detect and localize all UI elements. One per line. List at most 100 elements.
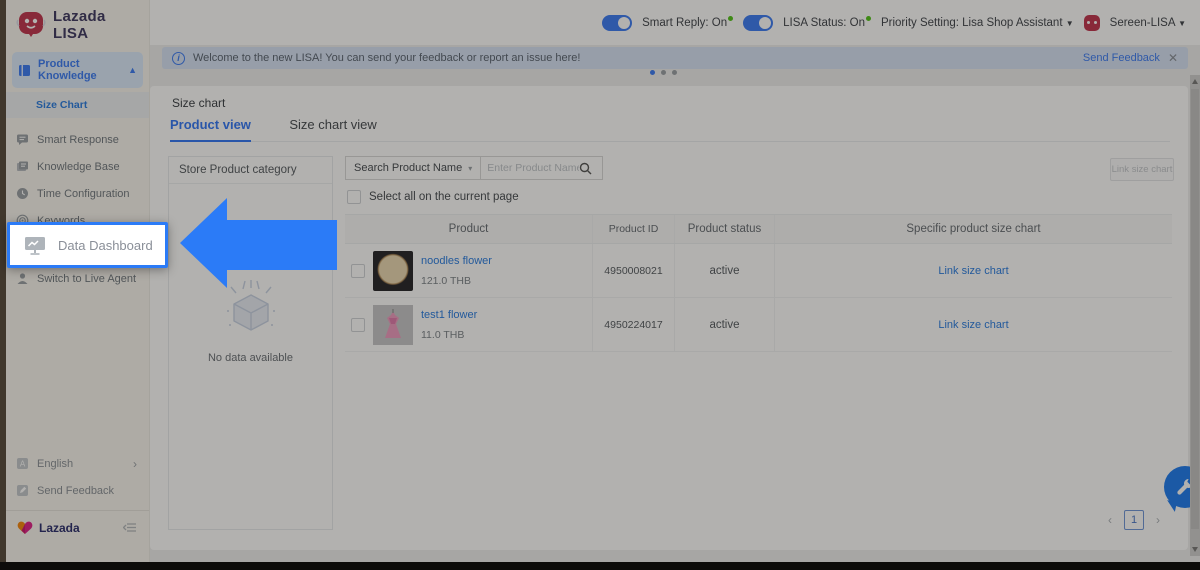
info-icon: i [172, 51, 185, 65]
col-size-chart: Specific product size chart [906, 223, 1041, 235]
pencil-square-icon [16, 484, 29, 497]
lazada-brand-label: Lazada [39, 520, 80, 535]
col-product-status: Product status [675, 215, 775, 243]
sidebar-item-label: Smart Response [37, 133, 119, 146]
scroll-up-icon[interactable] [1192, 79, 1198, 84]
sidebar-item-label: Switch to Live Agent [37, 272, 137, 285]
search-icon[interactable] [579, 162, 592, 175]
page-number[interactable]: 1 [1124, 510, 1144, 530]
clock-icon [16, 187, 29, 200]
next-page-icon[interactable]: › [1156, 513, 1160, 527]
product-price: 121.0 THB [421, 274, 472, 287]
status-dot [865, 16, 871, 22]
banner-carousel-dots[interactable] [650, 70, 677, 75]
select-all-checkbox[interactable] [347, 190, 361, 204]
data-dashboard-label: Data Dashboard [58, 237, 153, 253]
table-row: noodles flower 121.0 THB 4950008021 acti… [345, 244, 1172, 298]
tab-bar: Product view Size chart view [170, 116, 1170, 142]
sidebar-item-label: Knowledge Base [37, 160, 120, 173]
account-menu[interactable]: Sereen-LISA ▼ [1110, 17, 1186, 29]
empty-state: No data available [169, 277, 332, 364]
search-input-wrap [481, 156, 604, 180]
caret-down-icon: ▼ [1178, 18, 1186, 28]
store-product-category-panel: Store Product category No data available [168, 156, 333, 530]
chevron-up-icon: ▲ [128, 65, 137, 75]
product-id: 4950224017 [593, 298, 675, 351]
close-icon[interactable]: ✕ [1168, 51, 1178, 65]
footer-item-label: English [37, 457, 74, 470]
scroll-down-icon[interactable] [1192, 547, 1198, 552]
no-data-label: No data available [207, 352, 293, 364]
sidebar-item-send-feedback[interactable]: Send Feedback [6, 477, 149, 504]
sidebar-item-data-dashboard-highlight[interactable]: Data Dashboard [7, 222, 168, 268]
logo-line2: LISA [53, 25, 89, 42]
lisa-status-label: LISA Status: On [783, 16, 871, 29]
chat-bubble-icon [16, 133, 29, 146]
prev-page-icon[interactable]: ‹ [1108, 513, 1112, 527]
product-name-link[interactable]: test1 flower [421, 309, 477, 321]
col-product: Product [345, 215, 593, 243]
caret-down-icon: ▼ [1065, 18, 1074, 28]
banner-send-feedback-link[interactable]: Send Feedback [1083, 52, 1160, 64]
product-name-link[interactable]: noodles flower [421, 255, 492, 267]
welcome-banner: i Welcome to the new LISA! You can send … [162, 47, 1188, 69]
main-content: Size chart Product view Size chart view … [150, 86, 1188, 550]
chevron-right-icon: › [133, 456, 137, 471]
priority-setting-dropdown[interactable]: Priority Setting: Lisa Shop Assistant ▼ [881, 17, 1074, 29]
col-product-id: Product ID [593, 215, 675, 243]
product-image [373, 304, 413, 345]
scrollbar-thumb[interactable] [1191, 89, 1199, 529]
product-image [373, 250, 413, 291]
logo-line1: Lazada [53, 8, 106, 25]
chevron-down-icon: ▾ [468, 163, 473, 173]
collapse-sidebar-icon[interactable] [123, 522, 137, 533]
sidebar-item-size-chart[interactable]: Size Chart [6, 92, 149, 118]
product-table: Product Product ID Product status Specif… [345, 214, 1172, 352]
search-field-dropdown[interactable]: Search Product Name ▾ [345, 156, 482, 180]
language-icon: A [16, 457, 29, 470]
sidebar: Lazada LISA Product Knowledge ▲ Size Cha… [6, 0, 150, 562]
link-size-chart-link[interactable]: Link size chart [938, 265, 1008, 277]
row-checkbox[interactable] [351, 263, 365, 278]
smart-reply-toggle[interactable] [602, 14, 633, 31]
person-icon [16, 272, 29, 285]
table-header-row: Product Product ID Product status Specif… [345, 214, 1172, 244]
sidebar-item-knowledge-base[interactable]: Knowledge Base [6, 153, 149, 180]
tab-product-view[interactable]: Product view [170, 117, 251, 142]
books-stack-icon [16, 160, 29, 173]
select-all-label: Select all on the current page [369, 191, 519, 203]
account-avatar-icon [1083, 14, 1100, 31]
product-price: 11.0 THB [421, 328, 465, 341]
page-title: Size chart [172, 96, 226, 110]
lazada-heart-icon [16, 520, 34, 535]
sidebar-item-label: Time Configuration [37, 187, 130, 200]
window-bottom-edge [0, 562, 1200, 570]
sidebar-item-english[interactable]: A English › [6, 450, 149, 477]
dashboard-monitor-icon [24, 236, 46, 255]
link-size-chart-link[interactable]: Link size chart [938, 319, 1008, 331]
product-status: active [675, 298, 775, 351]
pagination: ‹ 1 › [1108, 510, 1160, 530]
row-checkbox[interactable] [351, 317, 365, 332]
sidebar-item-product-knowledge[interactable]: Product Knowledge ▲ [12, 52, 143, 88]
banner-message: Welcome to the new LISA! You can send yo… [193, 52, 581, 64]
tab-size-chart-view[interactable]: Size chart view [289, 117, 376, 140]
topbar: Smart Reply: On LISA Status: On Priority… [150, 0, 1200, 45]
select-all-row: Select all on the current page [347, 190, 519, 204]
product-id: 4950008021 [593, 244, 675, 297]
panel-header: Store Product category [169, 157, 332, 184]
smart-reply-label: Smart Reply: On [642, 16, 734, 29]
sidebar-item-time-configuration[interactable]: Time Configuration [6, 180, 149, 207]
table-row: test1 flower 11.0 THB 4950224017 active … [345, 298, 1172, 352]
scrollbar[interactable] [1190, 75, 1200, 556]
svg-text:A: A [20, 460, 26, 469]
search-input[interactable] [487, 162, 580, 174]
product-status: active [675, 244, 775, 297]
link-size-chart-button[interactable]: Link size chart [1110, 158, 1174, 181]
status-dot [728, 16, 734, 22]
sidebar-item-smart-response[interactable]: Smart Response [6, 126, 149, 153]
sidebar-item-switch-live-agent[interactable]: Switch to Live Agent [6, 265, 149, 292]
book-icon [18, 64, 31, 77]
sidebar-item-label: Product Knowledge [38, 58, 97, 82]
lisa-status-toggle[interactable] [743, 14, 774, 31]
